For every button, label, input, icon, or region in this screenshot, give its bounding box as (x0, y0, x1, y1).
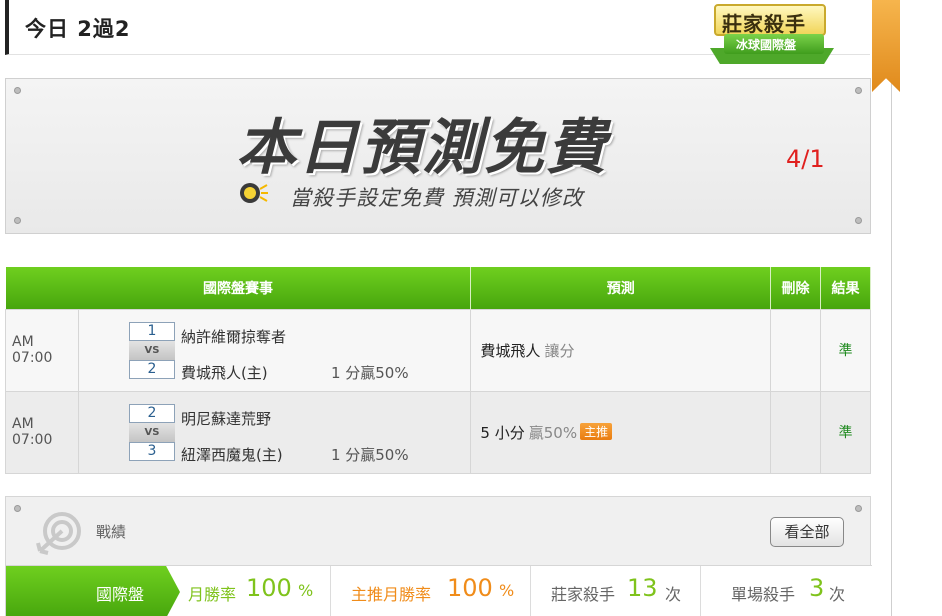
page-title: 今日 2過2 (25, 17, 131, 41)
match-time: AM 07:00 (5, 390, 79, 474)
team1-name: 明尼蘇達荒野 (180, 409, 271, 428)
table-row: AM 07:00 1 VS 2 納許維爾掠奪者 費城飛人(主) 1 分贏50% … (5, 308, 871, 392)
vs-label: VS (128, 340, 175, 360)
vs-label: VS (128, 422, 175, 442)
free-prediction-banner: 本日預測免費 當殺手設定免費 預測可以修改 4/1 (5, 78, 871, 234)
view-all-button[interactable]: 看全部 (770, 517, 844, 547)
divider (891, 0, 892, 616)
team1-number: 2 (128, 403, 175, 423)
record-stats-bar: 國際盤 月勝率 100 % 主推月勝率 100 % 莊家殺手 13 次 單場殺手… (6, 565, 872, 616)
stat-label: 單場殺手 (731, 585, 796, 604)
screw-icon (14, 505, 21, 512)
stat-unit: 次 (665, 585, 682, 604)
record-panel: 戰績 看全部 國際盤 月勝率 100 % 主推月勝率 100 % 莊家殺手 13… (5, 496, 872, 616)
badge-main-text: 莊家殺手 (722, 12, 806, 36)
banker-killer-badge: 莊家殺手 冰球國際盤 長期穩定 (706, 0, 902, 92)
match-time: AM 07:00 (5, 308, 79, 392)
table-row: AM 07:00 2 VS 3 明尼蘇達荒野 紐澤西魔鬼(主) 1 分贏50% … (5, 390, 871, 474)
team2-name: 費城飛人(主) (180, 363, 268, 382)
line-odds: 1 分贏50% (330, 445, 409, 464)
team2-number: 2 (128, 359, 175, 379)
team2-number: 3 (128, 441, 175, 461)
promo-date: 4/1 (786, 145, 825, 173)
stat-monthly-win-rate: 月勝率 100 % (180, 566, 330, 616)
game-cell: 2 VS 3 明尼蘇達荒野 紐澤西魔鬼(主) 1 分贏50% (77, 390, 472, 474)
target-icon (36, 512, 81, 555)
score-box: 2 VS 3 (128, 403, 175, 462)
prediction-cell: 費城飛人 讓分 (470, 308, 772, 392)
promo-title: 本日預測免費 (236, 113, 608, 183)
stat-main-pick-win-rate: 主推月勝率 100 % (330, 566, 530, 616)
lightbulb-icon (240, 183, 268, 203)
stat-unit: 次 (829, 585, 846, 604)
team1-name: 納許維爾掠奪者 (180, 327, 286, 346)
promo-subtitle: 當殺手設定免費 預測可以修改 (290, 186, 584, 210)
line-odds: 1 分贏50% (330, 363, 409, 382)
delete-cell (770, 390, 821, 474)
category-text: 國際盤 (96, 585, 145, 604)
prediction-pick: 費城飛人 (480, 341, 541, 360)
stat-unit: % (298, 581, 314, 600)
badge-sub-text: 冰球國際盤 (736, 38, 797, 52)
record-title: 戰績 (96, 523, 127, 541)
result-cell: 準 (820, 390, 871, 474)
prediction-cell: 5 小分 贏50% 主推 (470, 390, 772, 474)
stat-value: 3 (809, 574, 825, 602)
stat-single-killer: 單場殺手 3 次 (700, 566, 872, 616)
main-pick-badge: 主推 (580, 422, 613, 440)
header-delete: 刪除 (770, 267, 821, 309)
screw-icon (14, 217, 21, 224)
badge-ribbon-text: 長期穩定 (824, 3, 873, 51)
team2-name: 紐澤西魔鬼(主) (180, 445, 283, 464)
stat-label: 莊家殺手 (551, 585, 616, 604)
screw-icon (855, 217, 862, 224)
prediction-odds: 贏50% (528, 423, 578, 442)
stat-unit: % (499, 581, 515, 600)
screw-icon (855, 87, 862, 94)
stat-label: 主推月勝率 (351, 585, 432, 604)
category-label: 國際盤 (6, 566, 180, 616)
prediction-pick: 5 小分 (480, 423, 525, 442)
result-cell: 準 (820, 308, 871, 392)
table-header-row: 國際盤賽事 預測 刪除 結果 (5, 267, 871, 309)
stat-label: 月勝率 (188, 585, 237, 604)
badge-sub: 冰球國際盤 (724, 34, 824, 54)
prediction-type: 讓分 (544, 341, 575, 360)
badge-main: 莊家殺手 (714, 4, 826, 36)
page: 今日 2過2 莊家殺手 冰球國際盤 長期穩定 本日預測免費 當殺手設定免費 預測… (0, 0, 942, 616)
stat-value: 100 (447, 574, 493, 602)
match-table: 國際盤賽事 預測 刪除 結果 AM 07:00 1 VS 2 納許維爾掠奪者 費… (5, 267, 871, 474)
screw-icon (14, 87, 21, 94)
team1-number: 1 (128, 321, 175, 341)
header-result: 結果 (820, 267, 871, 309)
score-box: 1 VS 2 (128, 321, 175, 380)
header-game: 國際盤賽事 (5, 267, 472, 309)
stat-value: 13 (627, 574, 658, 602)
screw-icon (855, 505, 862, 512)
ribbon-tag (872, 0, 900, 92)
stat-value: 100 (246, 574, 292, 602)
delete-cell (770, 308, 821, 392)
header-prediction: 預測 (470, 267, 772, 309)
game-cell: 1 VS 2 納許維爾掠奪者 費城飛人(主) 1 分贏50% (77, 308, 472, 392)
stat-banker-killer: 莊家殺手 13 次 (530, 566, 700, 616)
